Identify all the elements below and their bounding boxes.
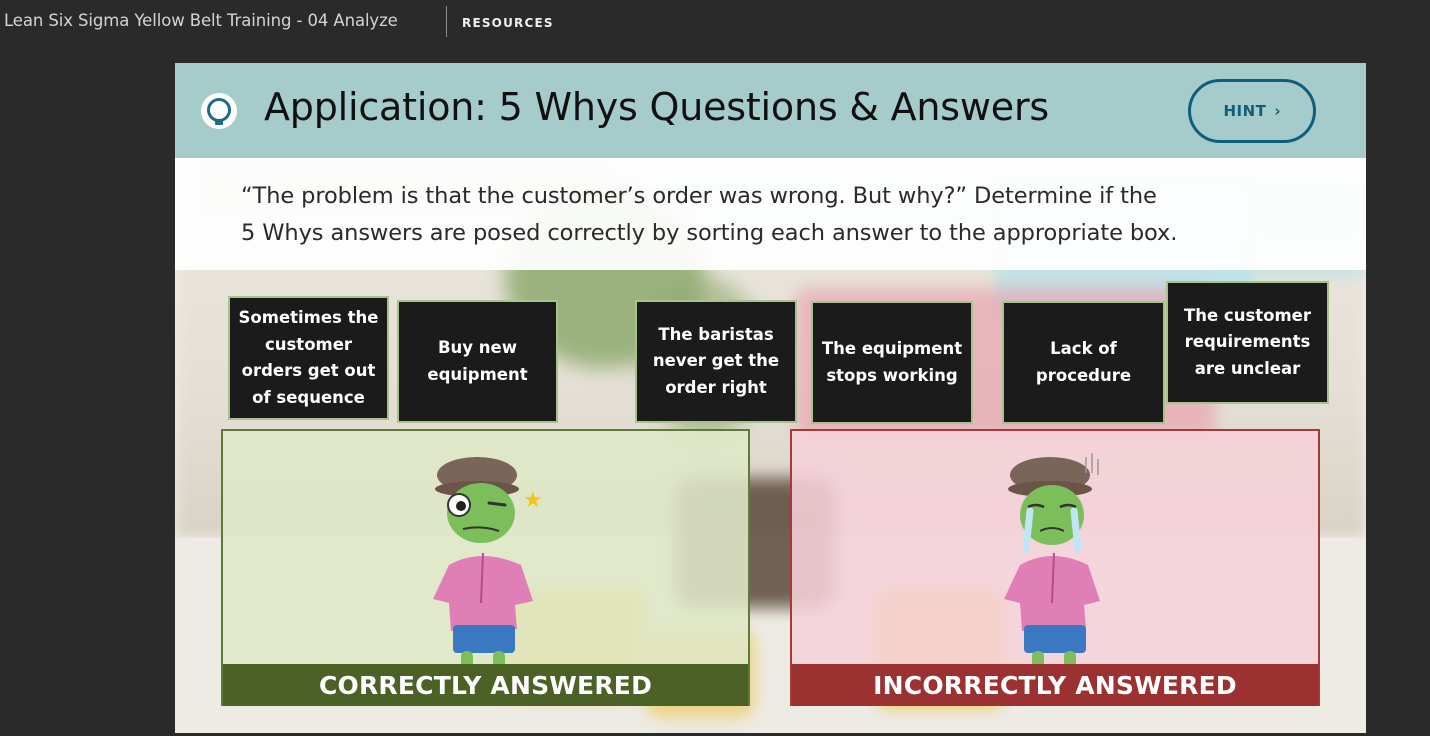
answer-card-equipment-stops-working[interactable]: The equipment stops working [811,301,973,424]
incorrectly-answered-label: INCORRECTLY ANSWERED [792,664,1318,706]
crying-frog-character [1004,453,1100,685]
resources-button[interactable]: RESOURCES [462,16,554,30]
slide: Application: 5 Whys Questions & Answers … [175,63,1366,733]
svg-text:★: ★ [523,488,543,513]
hint-button[interactable]: HINT › [1188,79,1316,143]
slide-header: Application: 5 Whys Questions & Answers … [175,63,1366,158]
correctly-answered-dropzone[interactable]: ★ CORRECTLY ANSWERED [221,429,750,706]
instruction-line-1: “The problem is that the customer’s orde… [241,183,1157,209]
answer-card-requirements-unclear[interactable]: The customer requirements are unclear [1166,281,1329,404]
instruction-text: “The problem is that the customer’s orde… [241,178,1301,252]
answer-card-buy-new-equipment[interactable]: Buy new equipment [397,300,558,423]
incorrectly-answered-dropzone[interactable]: INCORRECTLY ANSWERED [790,429,1320,706]
course-title: Lean Six Sigma Yellow Belt Training - 04… [4,11,398,30]
top-bar-divider [446,6,447,37]
instruction-panel: “The problem is that the customer’s orde… [175,158,1366,270]
slide-title: Application: 5 Whys Questions & Answers [264,85,1049,129]
answer-card-orders-out-of-sequence[interactable]: Sometimes the customer orders get out of… [228,296,389,420]
instruction-line-2: 5 Whys answers are posed correctly by so… [241,220,1178,246]
lightbulb-icon [201,93,237,129]
hint-label: HINT [1223,102,1267,120]
correctly-answered-label: CORRECTLY ANSWERED [223,664,748,706]
winking-frog-character: ★ [433,457,543,685]
top-bar: Lean Six Sigma Yellow Belt Training - 04… [0,0,1430,46]
answer-card-lack-of-procedure[interactable]: Lack of procedure [1002,301,1165,424]
chevron-right-icon: › [1274,102,1281,120]
answer-card-baristas-never-right[interactable]: The baristas never get the order right [635,300,797,423]
